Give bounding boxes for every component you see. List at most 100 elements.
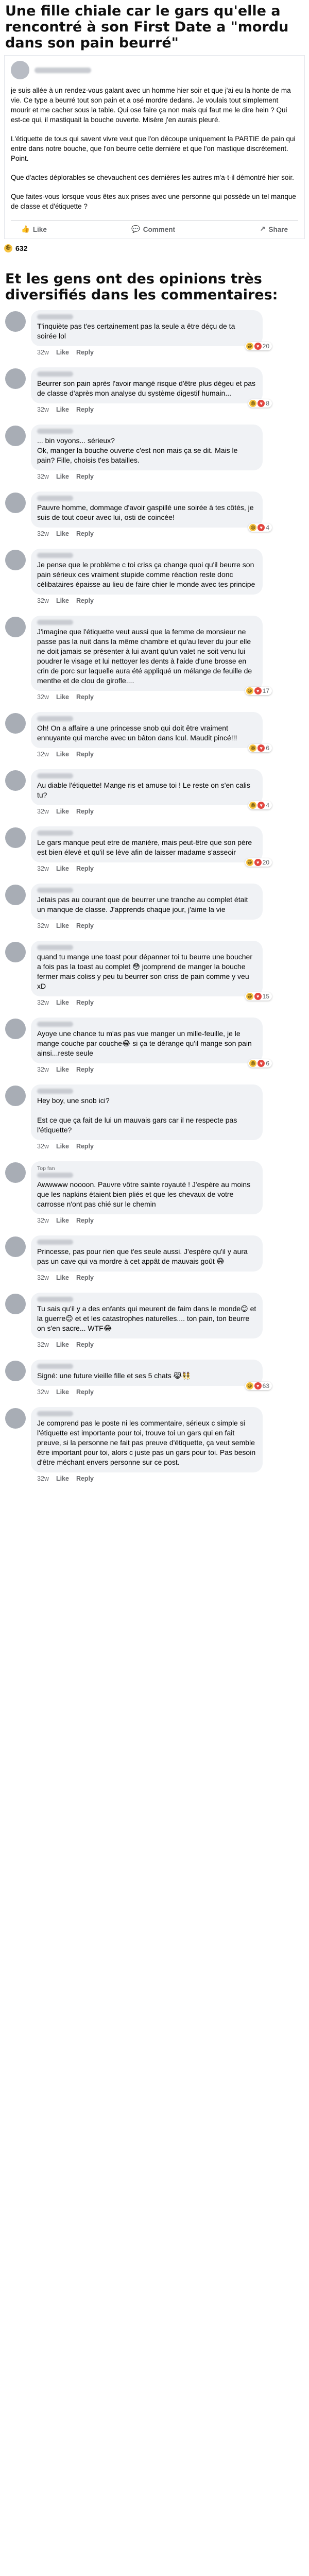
- comment-timestamp[interactable]: 32w: [37, 349, 49, 356]
- comment-timestamp[interactable]: 32w: [37, 808, 49, 815]
- comment-like-button[interactable]: Like: [56, 1066, 69, 1073]
- comment-timestamp[interactable]: 32w: [37, 693, 49, 701]
- avatar[interactable]: [5, 1408, 26, 1429]
- comment-reply-button[interactable]: Reply: [76, 473, 94, 480]
- comment-reply-button[interactable]: Reply: [76, 349, 94, 356]
- comment-reply-button[interactable]: Reply: [76, 597, 94, 604]
- post-reactions[interactable]: 😆 632: [0, 239, 309, 258]
- comment-meta: 32w Like Reply: [31, 1272, 299, 1281]
- comment-timestamp[interactable]: 32w: [37, 1475, 49, 1482]
- avatar[interactable]: [5, 1236, 26, 1257]
- comment-like-button[interactable]: Like: [56, 1217, 69, 1224]
- comment-reply-button[interactable]: Reply: [76, 406, 94, 413]
- avatar[interactable]: [5, 942, 26, 962]
- comment-reply-button[interactable]: Reply: [76, 999, 94, 1006]
- avatar[interactable]: [5, 426, 26, 446]
- laugh-reaction-icon: 😆: [249, 1060, 257, 1067]
- comment-reactions[interactable]: 😆 ♥ 63: [245, 1382, 272, 1390]
- comment-reactions[interactable]: 😆 ♥ 17: [245, 687, 272, 695]
- avatar[interactable]: [5, 1361, 26, 1381]
- comment-reply-button[interactable]: Reply: [76, 1274, 94, 1281]
- comment-timestamp[interactable]: 32w: [37, 1274, 49, 1281]
- avatar[interactable]: [5, 1294, 26, 1314]
- comment-reply-button[interactable]: Reply: [76, 530, 94, 537]
- comment: Top fan Awwwww noooon. Pauvre vôtre saint…: [5, 1161, 304, 1224]
- avatar[interactable]: [5, 311, 26, 332]
- comment-reactions[interactable]: 😆 ♥ 15: [245, 992, 272, 1001]
- comment-timestamp[interactable]: 32w: [37, 597, 49, 604]
- comment-like-button[interactable]: Like: [56, 999, 69, 1006]
- like-label: Like: [32, 225, 47, 233]
- blurred-commenter-name: [37, 371, 73, 377]
- comment-reactions[interactable]: 😆 ♥ 4: [248, 523, 272, 532]
- share-button[interactable]: ↗ Share: [260, 225, 288, 233]
- comment-timestamp[interactable]: 32w: [37, 530, 49, 537]
- comment-meta: 32w Like Reply: [31, 1472, 299, 1482]
- avatar[interactable]: [5, 617, 26, 637]
- comment-timestamp[interactable]: 32w: [37, 999, 49, 1006]
- comment-reply-button[interactable]: Reply: [76, 1143, 94, 1150]
- comment-timestamp[interactable]: 32w: [37, 922, 49, 929]
- avatar[interactable]: [5, 1019, 26, 1039]
- comment-timestamp[interactable]: 32w: [37, 1217, 49, 1224]
- comment-timestamp[interactable]: 32w: [37, 1341, 49, 1348]
- comment-timestamp[interactable]: 32w: [37, 1388, 49, 1396]
- comment-meta: 32w Like Reply: [31, 920, 299, 929]
- comment-reactions[interactable]: 😆 ♥ 20: [245, 342, 272, 350]
- comment-like-button[interactable]: Like: [56, 473, 69, 480]
- comment-like-button[interactable]: Like: [56, 1274, 69, 1281]
- comment-text: Awwwww noooon. Pauvre vôtre sainte royau…: [37, 1180, 251, 1208]
- comment-reactions[interactable]: 😆 ♥ 8: [248, 399, 272, 408]
- comment-reply-button[interactable]: Reply: [76, 1341, 94, 1348]
- facebook-post: je suis allée à un rendez-vous galant av…: [4, 55, 305, 239]
- comment-reply-button[interactable]: Reply: [76, 693, 94, 701]
- comment-reply-button[interactable]: Reply: [76, 1217, 94, 1224]
- like-button[interactable]: 👍 Like: [21, 225, 47, 233]
- comment-reply-button[interactable]: Reply: [76, 1475, 94, 1482]
- comment: Je comprend pas le poste ni les commenta…: [5, 1407, 304, 1482]
- comment-button[interactable]: 💬 Comment: [131, 225, 175, 233]
- comment-timestamp[interactable]: 32w: [37, 1066, 49, 1073]
- comment-reply-button[interactable]: Reply: [76, 1388, 94, 1396]
- comment-reactions[interactable]: 😆 ♥ 6: [248, 744, 272, 752]
- avatar[interactable]: [5, 885, 26, 905]
- comment-timestamp[interactable]: 32w: [37, 865, 49, 872]
- comment-reactions[interactable]: 😆 ♥ 6: [248, 1059, 272, 1067]
- comment-reply-button[interactable]: Reply: [76, 865, 94, 872]
- comment-like-button[interactable]: Like: [56, 1388, 69, 1396]
- comment-like-button[interactable]: Like: [56, 693, 69, 701]
- comment-reply-button[interactable]: Reply: [76, 922, 94, 929]
- comment-like-button[interactable]: Like: [56, 1143, 69, 1150]
- comment-like-button[interactable]: Like: [56, 1341, 69, 1348]
- comment-reply-button[interactable]: Reply: [76, 808, 94, 815]
- avatar[interactable]: [5, 368, 26, 389]
- avatar[interactable]: [5, 1162, 26, 1183]
- comment-reply-button[interactable]: Reply: [76, 751, 94, 758]
- comment-like-button[interactable]: Like: [56, 597, 69, 604]
- comment-like-button[interactable]: Like: [56, 922, 69, 929]
- comment-like-button[interactable]: Like: [56, 808, 69, 815]
- avatar[interactable]: [5, 713, 26, 734]
- comment-timestamp[interactable]: 32w: [37, 1143, 49, 1150]
- avatar[interactable]: [5, 493, 26, 513]
- comment-timestamp[interactable]: 32w: [37, 751, 49, 758]
- comment-like-button[interactable]: Like: [56, 1475, 69, 1482]
- headline-top: Une fille chiale car le gars qu'elle a r…: [5, 3, 289, 51]
- avatar[interactable]: [11, 61, 29, 79]
- reaction-count: 20: [262, 859, 269, 866]
- avatar[interactable]: [5, 827, 26, 848]
- comment-reply-button[interactable]: Reply: [76, 1066, 94, 1073]
- comment-timestamp[interactable]: 32w: [37, 473, 49, 480]
- comment-like-button[interactable]: Like: [56, 406, 69, 413]
- avatar[interactable]: [5, 550, 26, 570]
- comment-reactions[interactable]: 😆 ♥ 4: [248, 801, 272, 809]
- comment-reactions[interactable]: 😆 ♥ 20: [245, 858, 272, 867]
- comment-like-button[interactable]: Like: [56, 751, 69, 758]
- comment: Princesse, pas pour rien que t'es seule …: [5, 1235, 304, 1281]
- comment-like-button[interactable]: Like: [56, 865, 69, 872]
- comment-like-button[interactable]: Like: [56, 530, 69, 537]
- comment-like-button[interactable]: Like: [56, 349, 69, 356]
- avatar[interactable]: [5, 770, 26, 791]
- comment-timestamp[interactable]: 32w: [37, 406, 49, 413]
- avatar[interactable]: [5, 1086, 26, 1106]
